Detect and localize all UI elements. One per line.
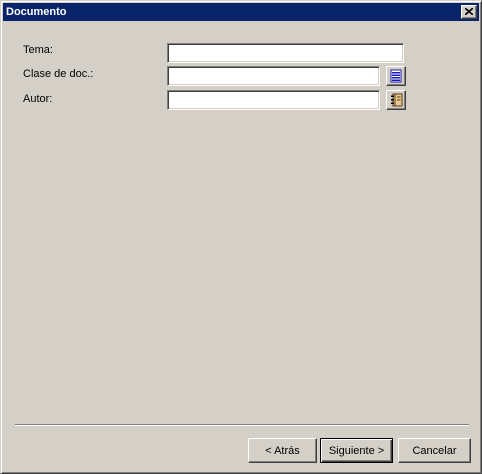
list-icon — [390, 69, 402, 83]
clase-input[interactable] — [167, 66, 380, 86]
clase-picker-button[interactable] — [386, 66, 406, 86]
cancel-button[interactable]: Cancelar — [398, 438, 471, 463]
title-bar[interactable]: Documento — [3, 3, 479, 21]
next-button[interactable]: Siguiente > — [320, 438, 393, 463]
tema-label: Tema: — [23, 44, 53, 56]
autor-input[interactable] — [167, 90, 380, 110]
autor-label: Autor: — [23, 93, 53, 105]
back-button[interactable]: < Atrás — [248, 438, 317, 463]
address-book-icon — [391, 93, 403, 107]
footer-separator — [15, 424, 469, 426]
autor-picker-button[interactable] — [386, 90, 406, 110]
document-dialog: Documento Tema: Clase de doc.: Autor: < … — [0, 0, 482, 474]
window-title: Documento — [6, 6, 67, 18]
close-icon — [465, 8, 473, 15]
close-button[interactable] — [461, 5, 477, 19]
clase-label: Clase de doc.: — [23, 68, 94, 80]
tema-input[interactable] — [167, 43, 404, 63]
